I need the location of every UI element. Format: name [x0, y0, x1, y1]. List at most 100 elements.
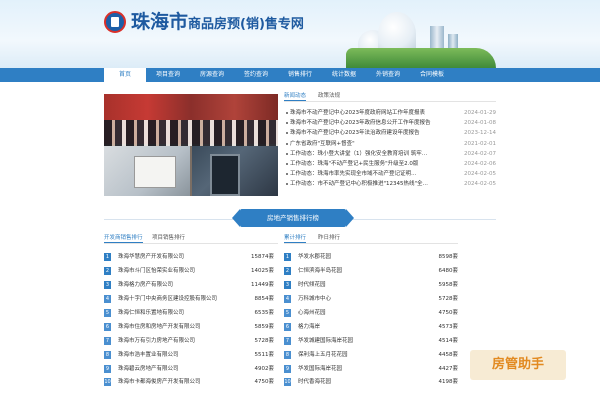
news-item-title[interactable]: 工作动态：珠小登大讲堂（1）强化安全教育培训 筑牢…	[290, 149, 440, 159]
rank-number-badge: 6	[104, 322, 111, 331]
nav-item-contract-search[interactable]: 签约查询	[234, 68, 278, 82]
project-row[interactable]: 3 时代倾花园 5958套	[284, 280, 458, 294]
news-item[interactable]: 珠海市不动产登记中心2023年度政府网站工作年度报表 2024-01-29	[284, 108, 496, 118]
developer-name[interactable]: 珠海碧云房地产有限公司	[118, 364, 179, 374]
news-item-date: 2024-02-07	[464, 150, 496, 157]
nav-item-home[interactable]: 首页	[104, 68, 146, 82]
project-name[interactable]: 华发城建国际海岸花园	[298, 336, 353, 346]
nav-item-housing-search[interactable]: 房源查询	[190, 68, 234, 82]
developer-row[interactable]: 2 珠海市斗门区怡荣实业有限公司 14025套	[104, 266, 274, 280]
developer-name[interactable]: 珠海仁恒和乐置地有限公司	[118, 308, 184, 318]
developer-sales-count: 5859套	[254, 323, 275, 330]
news-item-title[interactable]: 广东省政府"互联网+督查"	[290, 139, 440, 149]
project-row[interactable]: 7 华发城建国际海岸花园 4514套	[284, 336, 458, 350]
news-item[interactable]: 工作动态：珠海"不动产登记+民生服务"升级至2.0版 2024-02-06	[284, 159, 496, 169]
news-item-title[interactable]: 工作动态：珠海市率先实现全市域不动产登记证明…	[290, 169, 440, 179]
rank-number-badge: 9	[284, 364, 291, 373]
news-item-title[interactable]: 珠海市不动产登记中心2023年度政府网站工作年度报表	[290, 108, 440, 118]
developer-name[interactable]: 珠海华慧房产开发有限公司	[118, 252, 184, 262]
news-item-date: 2023-12-14	[464, 130, 496, 137]
app-watermark: 房管助手	[470, 350, 566, 380]
nav-item-export-sales[interactable]: 外销查询	[366, 68, 410, 82]
project-row[interactable]: 10 时代香海花园 4198套	[284, 377, 458, 391]
developer-row[interactable]: 6 珠海市住房和房地产开发有限公司 5859套	[104, 322, 274, 336]
nav-item-project-search[interactable]: 项目查询	[146, 68, 190, 82]
tab-news[interactable]: 新闻动态	[284, 92, 307, 101]
nav-item-sales-ranking[interactable]: 销售排行	[278, 68, 322, 82]
developer-name[interactable]: 珠海十字门中央商务区建设控股有限公司	[118, 294, 217, 304]
site-logo-icon[interactable]	[104, 11, 126, 33]
rank-number-badge: 10	[104, 378, 111, 387]
tab-project-ranking[interactable]: 项目销售排行	[152, 234, 185, 242]
news-list: 珠海市不动产登记中心2023年度政府网站工作年度报表 2024-01-29 珠海市不…	[284, 108, 496, 190]
nav-item-statistics[interactable]: 统计数据	[322, 68, 366, 82]
rank-number-badge: 2	[104, 266, 111, 275]
news-item[interactable]: 珠海市不动产登记中心2023年政府信息公开工作年度报告 2024-01-08	[284, 118, 496, 128]
project-name[interactable]: 保利海上五月花花园	[298, 350, 348, 360]
rank-number-badge: 4	[104, 294, 111, 303]
project-row[interactable]: 2 仁恒滨海半岛花园 6480套	[284, 266, 458, 280]
news-item[interactable]: 广东省政府"互联网+督查" 2021-02-01	[284, 139, 496, 149]
developer-row[interactable]: 4 珠海十字门中央商务区建设控股有限公司 8854套	[104, 294, 274, 308]
photo-self-service-machine-image	[192, 146, 278, 196]
news-item-title[interactable]: 工作动态：珠海"不动产登记+民生服务"升级至2.0版	[290, 159, 440, 169]
project-sales-count: 4573套	[438, 323, 459, 330]
developer-sales-count: 6535套	[254, 309, 275, 316]
developer-name[interactable]: 珠海市斗门区怡荣实业有限公司	[118, 266, 195, 276]
project-ranking-list: 1 华发水郡花园 8598套 2 仁恒滨海半岛花园 6480套 3 时代倾花园 5958套 4 万科…	[284, 252, 458, 391]
developer-sales-count: 4750套	[254, 379, 275, 386]
project-row[interactable]: 8 保利海上五月花花园 4458套	[284, 350, 458, 364]
bullet-icon	[286, 183, 288, 186]
developer-sales-count: 5511套	[254, 351, 275, 358]
tab-policies[interactable]: 政策法规	[318, 92, 340, 100]
developer-row[interactable]: 7 珠海市万有引力房地产有限公司 5728套	[104, 336, 274, 350]
project-name[interactable]: 万科城市中心	[298, 294, 331, 304]
project-name[interactable]: 华发水郡花园	[298, 252, 331, 262]
developer-name[interactable]: 珠海市卡都海俊房产开发有限公司	[118, 377, 201, 387]
project-name[interactable]: 时代香海花园	[298, 377, 331, 387]
project-name[interactable]: 华发国际海岸花园	[298, 364, 342, 374]
developer-name[interactable]: 珠海市住房和房地产开发有限公司	[118, 322, 201, 332]
news-item-title[interactable]: 珠海市不动产登记中心2023年政府信息公开工作年度报告	[290, 118, 440, 128]
developer-name[interactable]: 珠海市浩丰置业有限公司	[118, 350, 179, 360]
news-item-title[interactable]: 珠海市不动产登记中心2023年法治政府建设年度报告	[290, 128, 440, 138]
site-title[interactable]: 珠海市商品房预(销)售专网	[131, 12, 304, 35]
news-item[interactable]: 工作动态：珠小登大讲堂（1）强化安全教育培训 筑牢… 2024-02-07	[284, 149, 496, 159]
news-item[interactable]: 珠海市不动产登记中心2023年法治政府建设年度报告 2023-12-14	[284, 128, 496, 138]
developer-row[interactable]: 5 珠海仁恒和乐置地有限公司 6535套	[104, 308, 274, 322]
project-row[interactable]: 6 格力海岸 4573套	[284, 322, 458, 336]
project-name[interactable]: 仁恒滨海半岛花园	[298, 266, 342, 276]
tab-yesterday-ranking[interactable]: 昨日排行	[318, 234, 340, 242]
photo-service-window-image	[104, 146, 190, 196]
project-name[interactable]: 格力海岸	[298, 322, 320, 332]
developer-row[interactable]: 9 珠海碧云房地产有限公司 4902套	[104, 364, 274, 378]
rank-number-badge: 7	[284, 336, 291, 345]
developer-name[interactable]: 珠海格力房产有限公司	[118, 280, 173, 290]
news-item[interactable]: 工作动态：珠海市率先实现全市域不动产登记证明… 2024-02-05	[284, 169, 496, 179]
project-row[interactable]: 9 华发国际海岸花园 4427套	[284, 364, 458, 378]
project-sales-count: 8598套	[438, 254, 459, 260]
main-nav: 首页 项目查询 房源查询 签约查询 销售排行 统计数据 外销查询 合同模板	[0, 68, 600, 82]
developer-ranking-list: 1 珠海华慧房产开发有限公司 15874套 2 珠海市斗门区怡荣实业有限公司 14025套…	[104, 252, 274, 391]
nav-item-contract-templates[interactable]: 合同模板	[410, 68, 454, 82]
banner-trees-image	[346, 48, 496, 68]
news-item-date: 2024-01-08	[464, 120, 496, 127]
project-row[interactable]: 4 万科城市中心 5728套	[284, 294, 458, 308]
developer-row[interactable]: 1 珠海华慧房产开发有限公司 15874套	[104, 252, 274, 266]
developer-row[interactable]: 8 珠海市浩丰置业有限公司 5511套	[104, 350, 274, 364]
bullet-icon	[286, 122, 288, 125]
bullet-icon	[286, 162, 288, 165]
news-item-title[interactable]: 工作动态：市不动产登记中心积极推进"12345热线"全…	[290, 179, 440, 189]
developer-sales-count: 11449套	[251, 281, 274, 288]
project-row[interactable]: 1 华发水郡花园 8598套	[284, 252, 458, 266]
project-row[interactable]: 5 心海州花园 4750套	[284, 308, 458, 322]
project-name[interactable]: 时代倾花园	[298, 280, 326, 290]
news-photo-collage[interactable]	[104, 94, 278, 196]
tab-cumulative-ranking[interactable]: 累计排行	[284, 234, 307, 243]
developer-row[interactable]: 3 珠海格力房产有限公司 11449套	[104, 280, 274, 294]
tab-developer-ranking[interactable]: 开发商销售排行	[104, 234, 143, 243]
developer-name[interactable]: 珠海市万有引力房地产有限公司	[118, 336, 195, 346]
developer-row[interactable]: 10 珠海市卡都海俊房产开发有限公司 4750套	[104, 377, 274, 391]
news-item[interactable]: 工作动态：市不动产登记中心积极推进"12345热线"全… 2024-02-05	[284, 179, 496, 189]
project-name[interactable]: 心海州花园	[298, 308, 326, 318]
